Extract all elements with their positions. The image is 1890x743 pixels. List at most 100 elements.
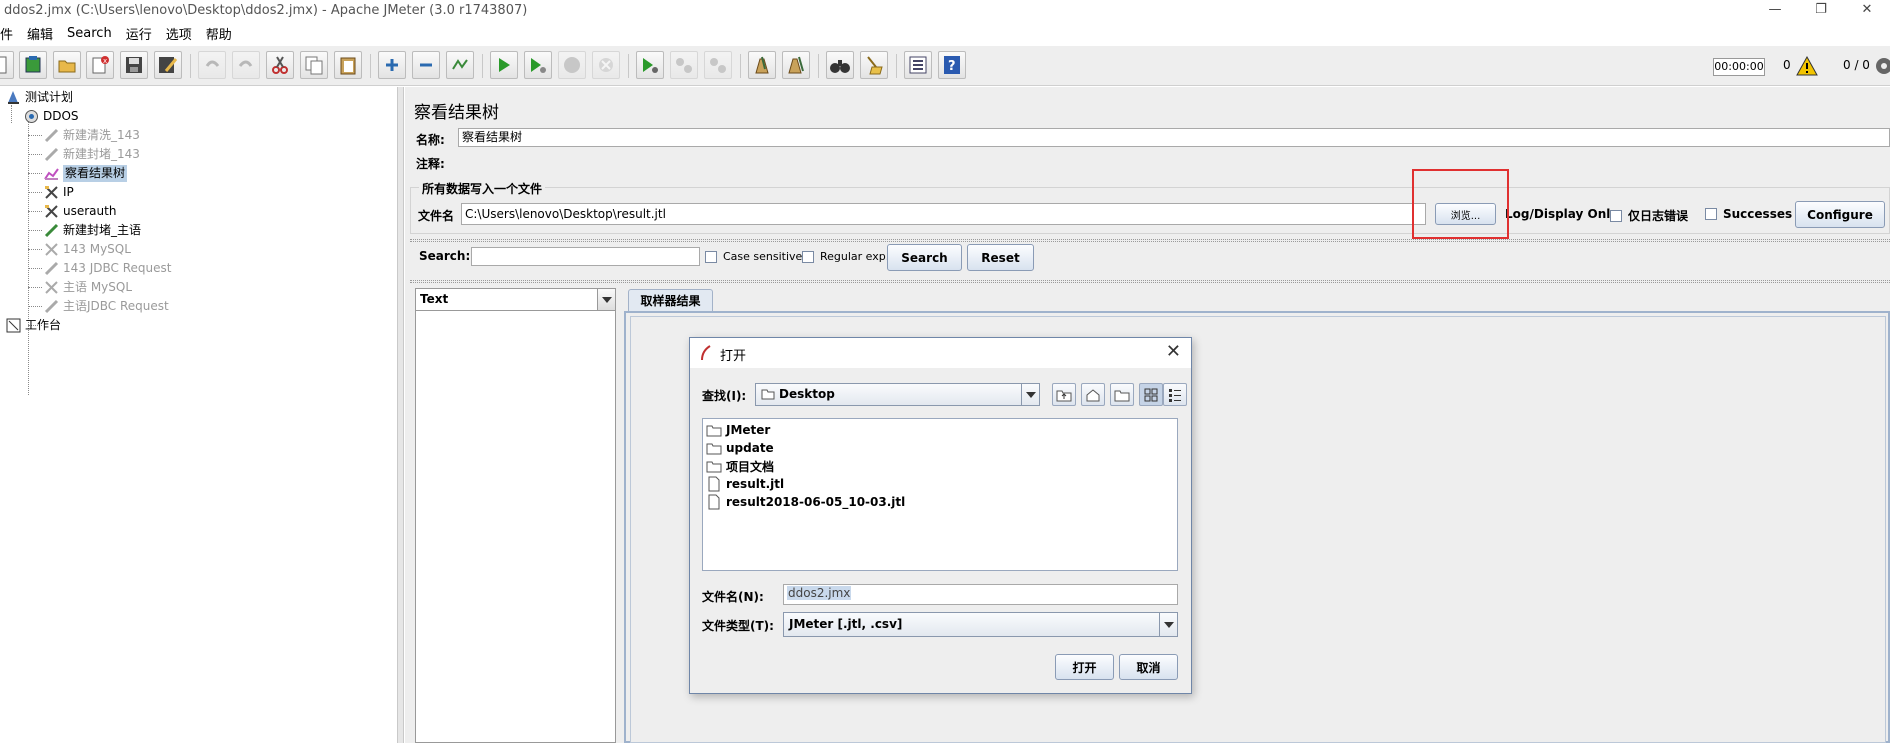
chevron-down-icon[interactable] (1159, 613, 1177, 636)
file-list[interactable]: JMeter update 项目文档 result.jtl result2018… (702, 418, 1178, 571)
toggle-icon[interactable] (446, 51, 474, 79)
list-item[interactable]: result2018-06-05_10-03.jtl (706, 493, 905, 511)
broom-icon[interactable] (860, 51, 888, 79)
regular-exp-checkbox[interactable]: Regular exp. (802, 250, 889, 263)
configure-button[interactable]: Configure (1795, 201, 1885, 228)
menu-options[interactable]: 选项 (159, 24, 199, 43)
workbench-icon (6, 318, 21, 333)
start-no-pauses-icon[interactable] (524, 51, 552, 79)
warning-count: 0 (1783, 58, 1791, 72)
save-icon[interactable] (120, 51, 148, 79)
results-splitter[interactable] (617, 288, 624, 743)
file-type-select[interactable]: JMeter [.jtl, .csv] (783, 612, 1178, 637)
file-name-value: ddos2.jmx (787, 586, 852, 600)
function-helper-icon[interactable] (904, 51, 932, 79)
cancel-button[interactable]: 取消 (1119, 654, 1178, 680)
gear-icon[interactable] (1874, 56, 1890, 79)
successes-checkbox[interactable]: Successes (1705, 207, 1792, 221)
menu-edit[interactable]: 编辑 (20, 24, 60, 43)
window-controls: — ❐ ✕ (1752, 0, 1890, 22)
new-icon[interactable] (0, 51, 14, 79)
checkbox-box[interactable] (802, 250, 814, 263)
comment-field[interactable] (458, 152, 1890, 171)
start-icon[interactable] (490, 51, 518, 79)
expand-all-icon[interactable] (378, 51, 406, 79)
minimize-button[interactable]: — (1752, 0, 1798, 22)
save-as-icon[interactable] (154, 51, 182, 79)
up-one-level-icon[interactable] (1052, 383, 1076, 406)
shutdown-icon[interactable] (592, 51, 620, 79)
renderer-select[interactable]: Text (415, 288, 616, 311)
look-in-label: 查找(I): (702, 389, 747, 403)
warning-icon[interactable] (1796, 55, 1818, 79)
clear-icon[interactable] (748, 51, 776, 79)
open-icon[interactable] (53, 51, 81, 79)
window-title: ddos2.jmx (C:\Users\lenovo\Desktop\ddos2… (4, 3, 528, 18)
clear-all-icon[interactable] (782, 51, 810, 79)
copy-icon[interactable] (300, 51, 328, 79)
tree-splitter[interactable] (397, 87, 404, 743)
errors-only-checkbox[interactable]: 仅日志错误 (1610, 207, 1688, 224)
sample-list[interactable] (415, 311, 616, 743)
active-threads: 0 / 0 (1843, 58, 1870, 72)
file-name-input[interactable]: ddos2.jmx (783, 584, 1178, 605)
restore-button[interactable]: ❐ (1798, 0, 1844, 22)
tree-item-label: 143 JDBC Request (63, 261, 172, 275)
checkbox-box[interactable] (1610, 209, 1622, 222)
list-item[interactable]: 项目文档 (706, 457, 774, 475)
search-input[interactable] (471, 247, 700, 266)
title-bar: ddos2.jmx (C:\Users\lenovo\Desktop\ddos2… (0, 0, 1890, 22)
pipette-icon (44, 261, 59, 276)
undo-icon[interactable] (198, 51, 226, 79)
collapse-all-icon[interactable] (412, 51, 440, 79)
stop-icon[interactable] (558, 51, 586, 79)
templates-icon[interactable] (19, 51, 47, 79)
details-view-icon[interactable] (1163, 383, 1187, 406)
cut-icon[interactable] (266, 51, 294, 79)
look-in-select[interactable]: Desktop (755, 383, 1040, 406)
chevron-down-icon[interactable] (1021, 384, 1039, 405)
close-icon[interactable]: ✕ (1166, 341, 1181, 362)
remote-stop-icon[interactable] (670, 51, 698, 79)
pipette-icon (44, 147, 59, 162)
menu-bar: 件 编辑 Search 运行 选项 帮助 (0, 22, 1890, 44)
checkbox-box[interactable] (705, 250, 717, 263)
help-icon[interactable]: ? (938, 51, 966, 79)
redo-icon[interactable] (232, 51, 260, 79)
remote-shutdown-icon[interactable] (704, 51, 732, 79)
config-tools-icon (44, 280, 59, 295)
highlight-box (1412, 169, 1509, 239)
name-field[interactable]: 察看结果树 (458, 128, 1890, 147)
remote-start-icon[interactable] (636, 51, 664, 79)
look-in-value: Desktop (761, 387, 835, 401)
results-tree-icon (44, 166, 59, 181)
close-file-icon[interactable]: x (86, 51, 114, 79)
close-window-button[interactable]: ✕ (1844, 0, 1890, 22)
new-folder-icon[interactable] (1110, 383, 1134, 406)
list-item[interactable]: result.jtl (706, 475, 784, 493)
case-sensitive-checkbox[interactable]: Case sensitive (705, 250, 802, 263)
list-item[interactable]: update (706, 439, 774, 457)
open-button[interactable]: 打开 (1055, 654, 1114, 680)
search-button[interactable]: Search (887, 244, 962, 271)
file-name-label: 文件名(N): (702, 590, 764, 604)
list-item[interactable]: JMeter (706, 421, 770, 439)
list-view-icon[interactable] (1139, 383, 1163, 406)
checkbox-box[interactable] (1705, 208, 1717, 220)
folder-icon (706, 460, 722, 473)
reset-button[interactable]: Reset (967, 244, 1034, 271)
toolbar: x ? 00:00:00 0 0 / 0 (0, 46, 1890, 86)
menu-search[interactable]: Search (60, 26, 119, 41)
tab-sampler-result[interactable]: 取样器结果 (628, 289, 713, 311)
file-name-field[interactable]: C:\Users\lenovo\Desktop\result.jtl (461, 203, 1426, 225)
svg-text:x: x (103, 57, 107, 65)
menu-run[interactable]: 运行 (119, 24, 159, 43)
chevron-down-icon[interactable] (597, 289, 615, 310)
paste-icon[interactable] (334, 51, 362, 79)
home-icon[interactable] (1081, 383, 1105, 406)
menu-help[interactable]: 帮助 (199, 24, 239, 43)
tree-item-label: DDOS (43, 109, 79, 123)
tree-item-label: 主语 MySQL (63, 280, 133, 294)
menu-file[interactable]: 件 (0, 24, 20, 43)
binoculars-icon[interactable] (826, 51, 854, 79)
